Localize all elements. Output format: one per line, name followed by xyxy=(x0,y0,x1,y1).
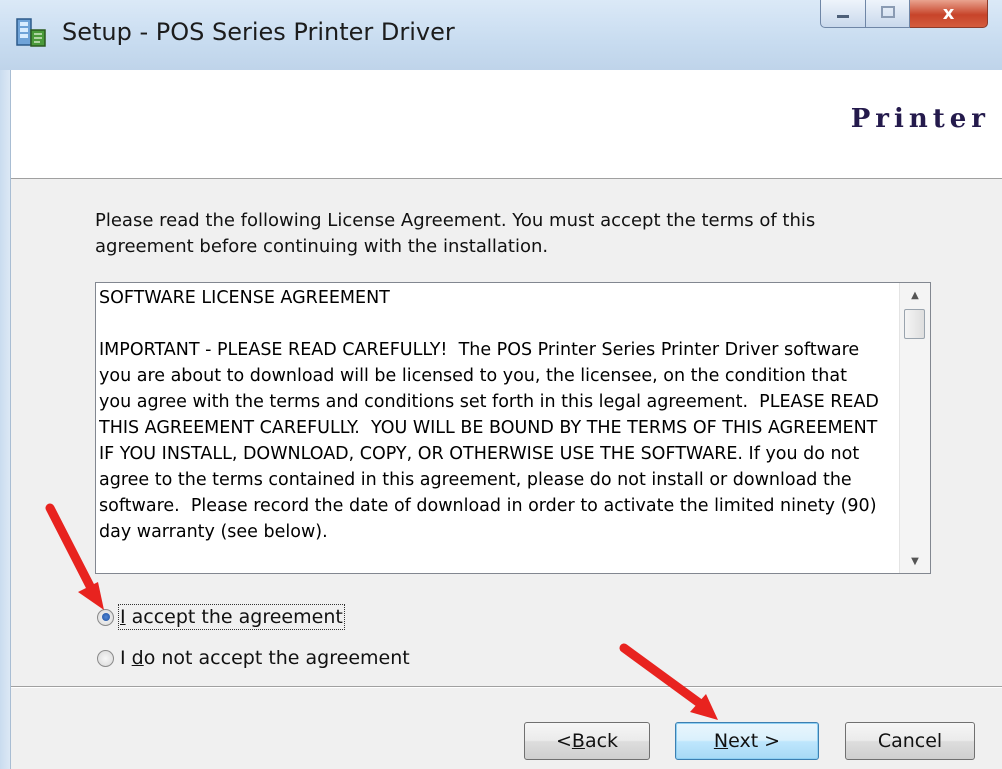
accept-radio-button[interactable] xyxy=(97,608,114,626)
maximize-button[interactable] xyxy=(866,0,910,28)
back-button[interactable]: < Back xyxy=(524,722,650,760)
title-bar[interactable]: Setup - POS Series Printer Driver x xyxy=(0,0,1002,71)
close-icon: x xyxy=(942,3,955,24)
cancel-button[interactable]: Cancel xyxy=(845,722,975,760)
license-heading: SOFTWARE LICENSE AGREEMENT xyxy=(99,288,390,308)
minimize-button[interactable] xyxy=(820,0,866,28)
decline-label-text: o not accept the agreement xyxy=(143,647,410,669)
license-instructions: Please read the following License Agreem… xyxy=(95,210,816,257)
scroll-thumb[interactable] xyxy=(904,309,925,339)
license-text-box[interactable]: SOFTWARE LICENSE AGREEMENT IMPORTANT - P… xyxy=(95,282,931,574)
license-scrollbar[interactable]: ▲ ▼ xyxy=(899,283,930,573)
radio-selected-dot xyxy=(101,613,110,621)
accept-label-text: accept the agreement xyxy=(125,606,343,628)
license-text: SOFTWARE LICENSE AGREEMENT IMPORTANT - P… xyxy=(99,285,879,571)
window-controls: x xyxy=(820,0,988,32)
footer-divider xyxy=(11,686,1002,688)
scroll-up-arrow-icon: ▲ xyxy=(911,289,919,301)
decline-access-key: d xyxy=(131,647,144,669)
back-label-text: ack xyxy=(584,730,619,752)
decline-agreement-label[interactable]: I do not accept the agreement xyxy=(120,647,410,669)
decline-radio-button[interactable] xyxy=(97,649,114,667)
accept-agreement-label[interactable]: I accept the agreement xyxy=(118,604,345,630)
setup-app-icon xyxy=(14,16,48,50)
minimize-icon xyxy=(835,4,851,23)
back-prefix: < xyxy=(555,730,572,752)
next-access-key: N xyxy=(713,730,729,752)
next-button[interactable]: Next > xyxy=(675,722,819,760)
next-label-text: ext > xyxy=(728,730,781,752)
back-access-key: B xyxy=(571,730,585,752)
decline-agreement-option[interactable]: I do not accept the agreement xyxy=(97,647,410,669)
accept-agreement-option[interactable]: I accept the agreement xyxy=(97,604,345,630)
scroll-down-button[interactable]: ▼ xyxy=(900,549,930,573)
window-title: Setup - POS Series Printer Driver xyxy=(62,18,455,46)
wizard-header-banner: Printer xyxy=(11,70,1002,179)
wizard-client-area: Printer Please read the following Licens… xyxy=(11,70,1002,769)
close-button[interactable]: x xyxy=(910,0,988,28)
scroll-down-arrow-icon: ▼ xyxy=(911,555,919,567)
license-body: IMPORTANT - PLEASE READ CAREFULLY! The P… xyxy=(99,340,879,542)
decline-label-prefix: I xyxy=(120,647,132,669)
scroll-up-button[interactable]: ▲ xyxy=(900,283,930,307)
brand-wordmark: Printer xyxy=(850,104,990,134)
maximize-icon xyxy=(880,4,896,23)
window-left-border xyxy=(0,70,11,769)
